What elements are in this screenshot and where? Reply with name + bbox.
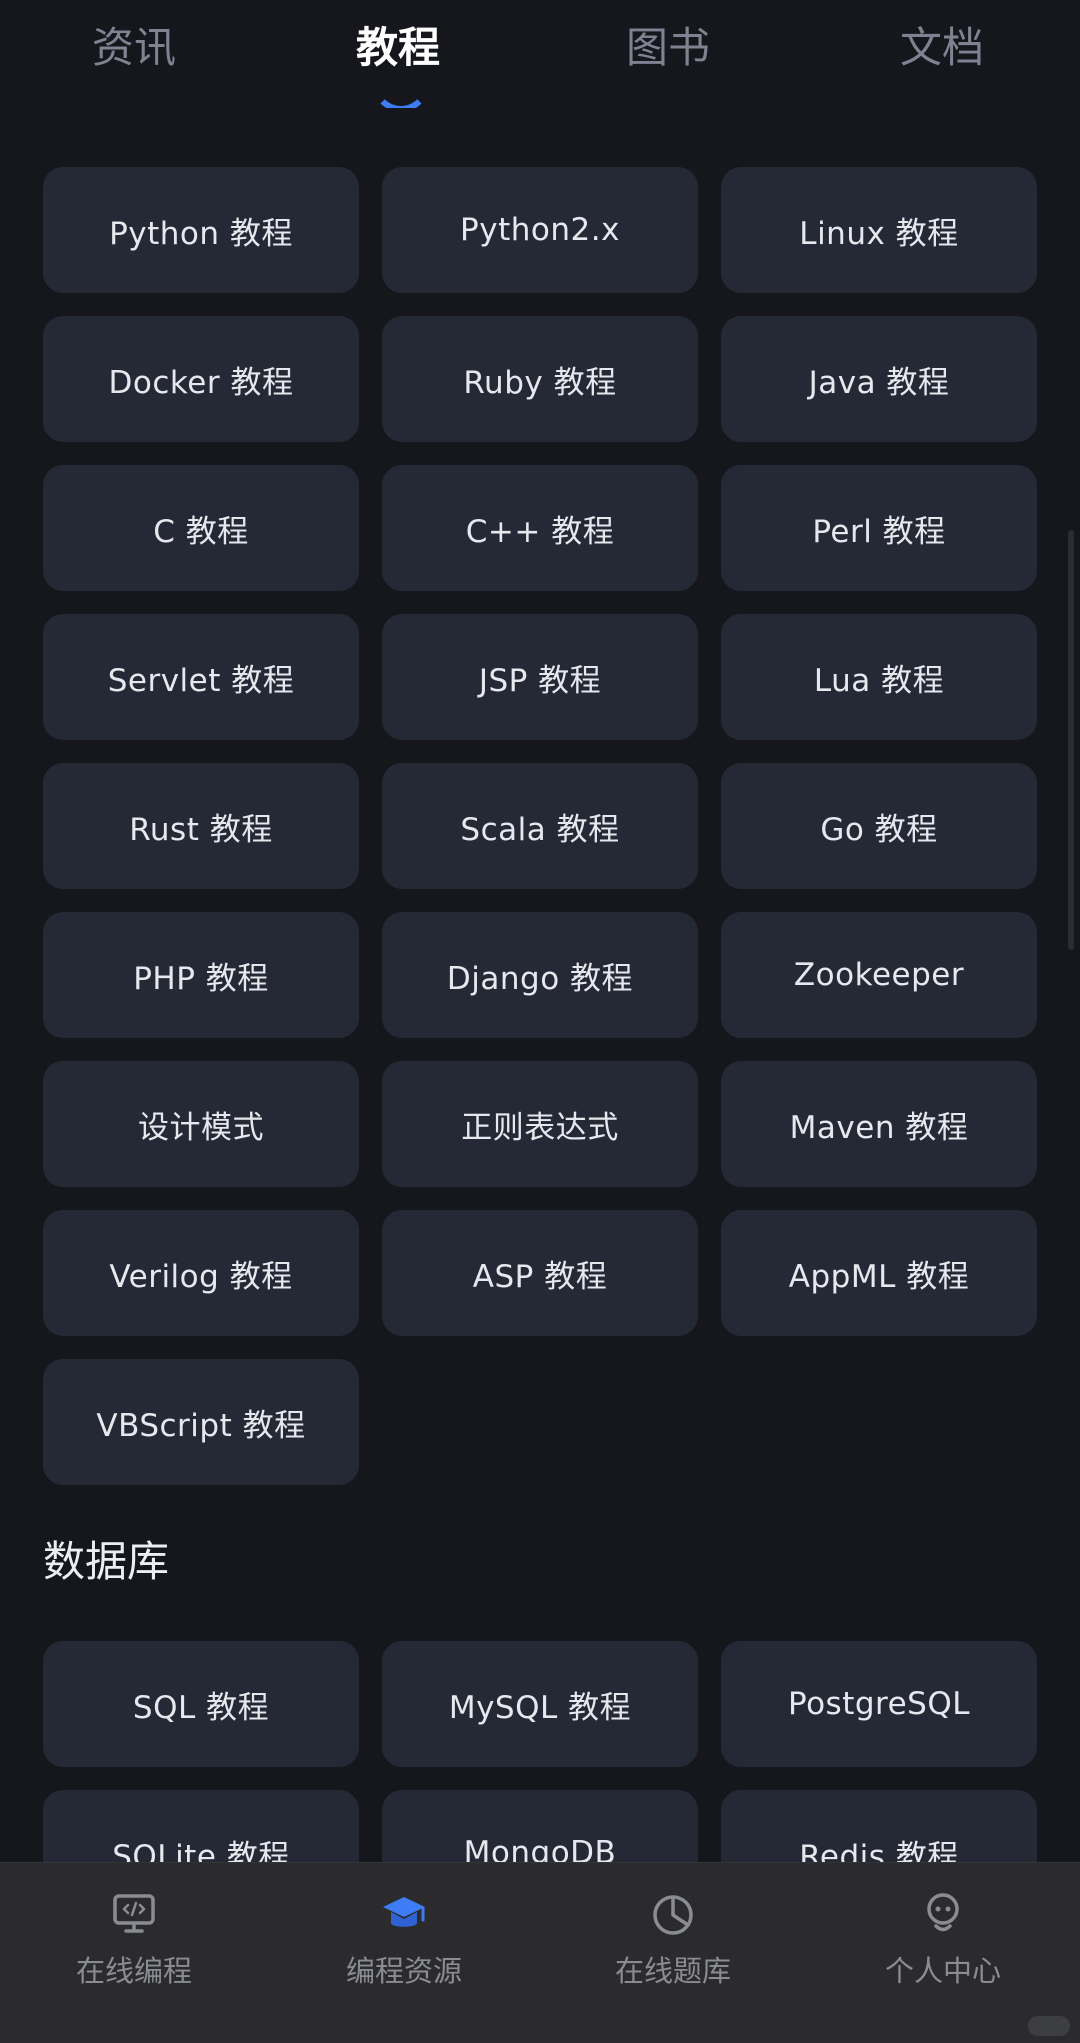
- nav-question-bank[interactable]: 在线题库: [563, 1889, 783, 1991]
- tutorial-card[interactable]: Ruby 教程: [382, 316, 698, 442]
- tutorial-card[interactable]: Lua 教程: [721, 614, 1037, 740]
- monitor-code-icon: [113, 1894, 155, 1933]
- app-screen: 资讯 教程 图书 文档 Python 教程 Python2.x Linux 教程…: [0, 0, 1080, 2043]
- tutorial-card[interactable]: 设计模式: [43, 1061, 359, 1187]
- tutorial-card[interactable]: PHP 教程: [43, 912, 359, 1038]
- nav-label: 编程资源: [345, 1954, 462, 1988]
- tab-docs[interactable]: 文档: [862, 18, 1022, 78]
- tutorial-card[interactable]: Docker 教程: [43, 316, 359, 442]
- tutorial-card[interactable]: Python2.x: [382, 167, 698, 293]
- nav-online-coding[interactable]: 在线编程: [24, 1889, 244, 1991]
- scrollbar[interactable]: [1068, 530, 1074, 950]
- tutorial-card[interactable]: Zookeeper: [721, 912, 1037, 1038]
- tutorial-card[interactable]: Scala 教程: [382, 763, 698, 889]
- tutorial-card[interactable]: VBScript 教程: [43, 1359, 359, 1485]
- tutorial-card[interactable]: Servlet 教程: [43, 614, 359, 740]
- nav-label: 在线题库: [614, 1954, 731, 1988]
- user-profile-icon: [927, 1893, 959, 1932]
- tutorial-card[interactable]: Go 教程: [721, 763, 1037, 889]
- tutorial-card[interactable]: C++ 教程: [382, 465, 698, 591]
- nav-label: 个人中心: [884, 1954, 1001, 1988]
- database-card[interactable]: PostgreSQL: [721, 1641, 1037, 1767]
- active-tab-indicator: [372, 82, 424, 108]
- tutorial-card[interactable]: 正则表达式: [382, 1061, 698, 1187]
- tutorial-card[interactable]: Perl 教程: [721, 465, 1037, 591]
- database-card[interactable]: MySQL 教程: [382, 1641, 698, 1767]
- pie-chart-icon: [653, 1895, 693, 1935]
- section-title-database: 数据库: [43, 1537, 170, 1586]
- graduation-cap-icon: [383, 1897, 425, 1927]
- nav-profile[interactable]: 个人中心: [833, 1889, 1053, 1991]
- tutorial-card[interactable]: Java 教程: [721, 316, 1037, 442]
- top-tab-bar: 资讯 教程 图书 文档: [0, 0, 1080, 120]
- tutorial-card[interactable]: Rust 教程: [43, 763, 359, 889]
- tutorial-card[interactable]: Maven 教程: [721, 1061, 1037, 1187]
- tutorial-card[interactable]: Django 教程: [382, 912, 698, 1038]
- tutorial-card[interactable]: ASP 教程: [382, 1210, 698, 1336]
- tab-news[interactable]: 资讯: [54, 18, 214, 78]
- watermark-badge: [1028, 2016, 1070, 2036]
- tutorial-card[interactable]: Python 教程: [43, 167, 359, 293]
- tutorial-card[interactable]: Verilog 教程: [43, 1210, 359, 1336]
- tutorial-card[interactable]: JSP 教程: [382, 614, 698, 740]
- tutorial-card[interactable]: AppML 教程: [721, 1210, 1037, 1336]
- tab-books[interactable]: 图书: [588, 18, 748, 78]
- tutorial-card[interactable]: Linux 教程: [721, 167, 1037, 293]
- tutorial-card[interactable]: C 教程: [43, 465, 359, 591]
- database-card[interactable]: SQL 教程: [43, 1641, 359, 1767]
- tutorial-grid: Python 教程 Python2.x Linux 教程 Docker 教程 R…: [43, 167, 1038, 1485]
- nav-coding-resources[interactable]: 编程资源: [294, 1889, 514, 1991]
- nav-label: 在线编程: [75, 1954, 192, 1988]
- bottom-navigation: 在线编程 编程资源 在线题库 个人中心: [0, 1862, 1080, 2043]
- tab-tutorials[interactable]: 教程: [318, 18, 478, 78]
